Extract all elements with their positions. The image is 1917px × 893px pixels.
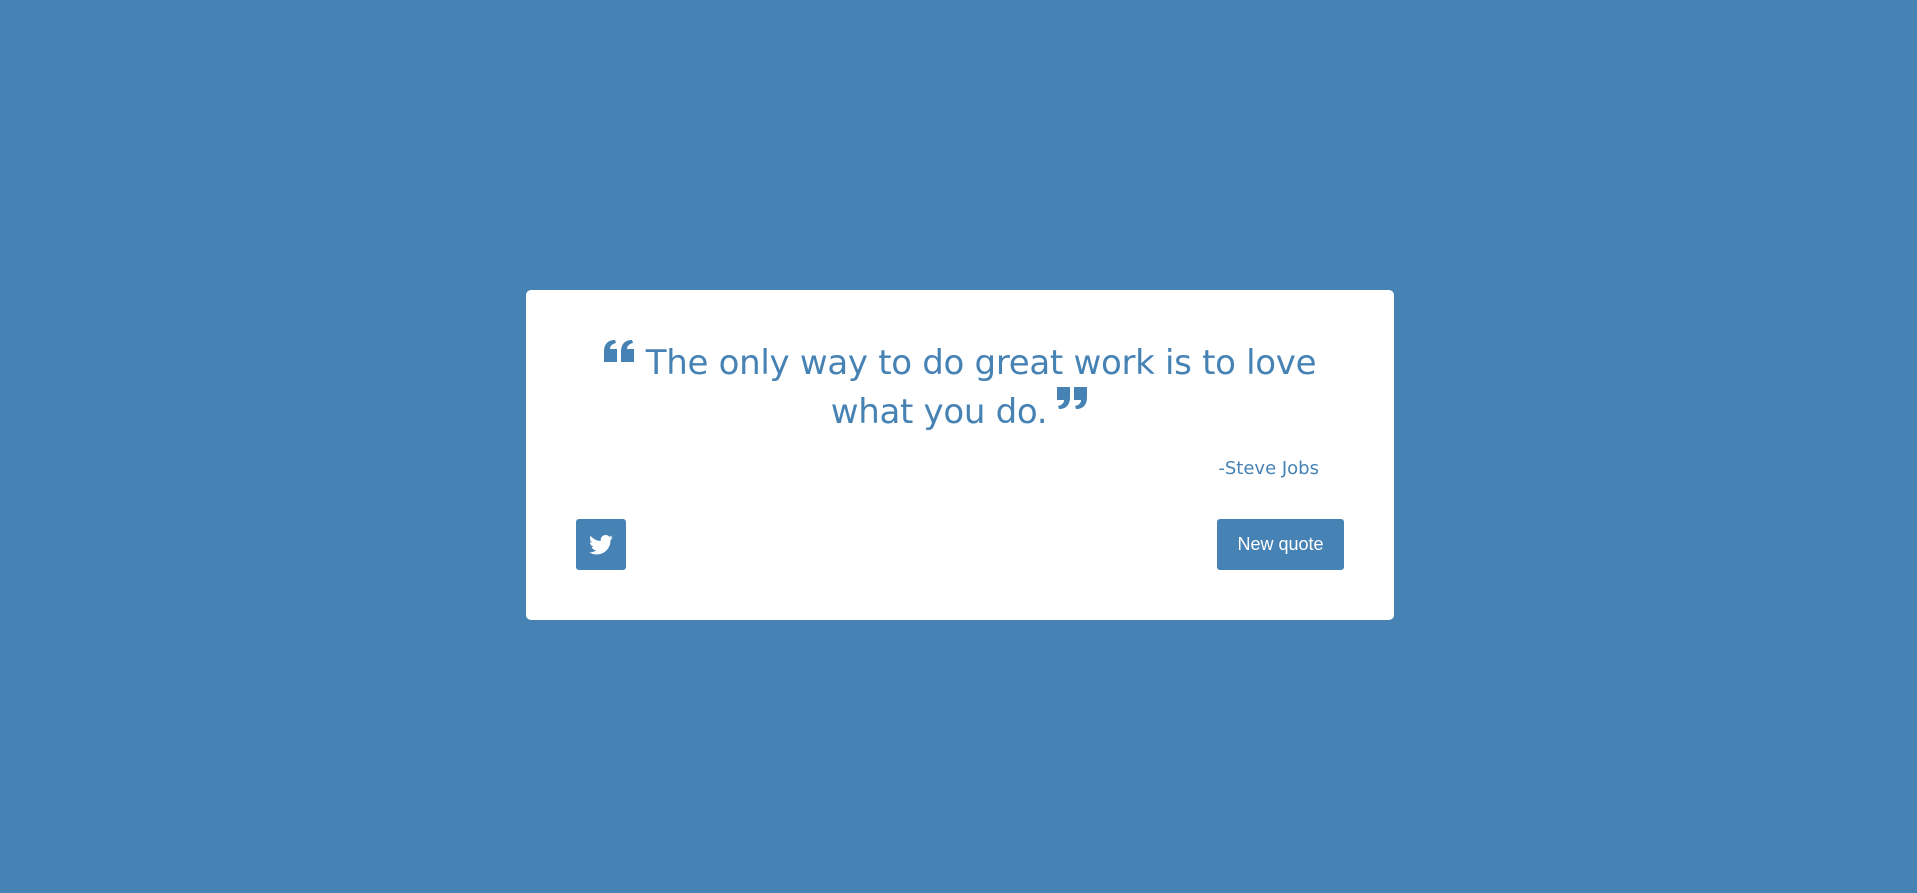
new-quote-button[interactable]: New quote — [1217, 519, 1344, 570]
quote-text: The only way to do great work is to love… — [645, 343, 1317, 432]
twitter-icon — [589, 534, 613, 555]
quote-author: -Steve Jobs — [1218, 458, 1319, 479]
quote-left-icon — [603, 340, 636, 368]
quote-right-icon — [1057, 387, 1089, 415]
quote-box: The only way to do great work is to love… — [526, 290, 1394, 620]
quote-text-container: The only way to do great work is to love… — [576, 340, 1344, 436]
tweet-button[interactable] — [576, 519, 626, 570]
